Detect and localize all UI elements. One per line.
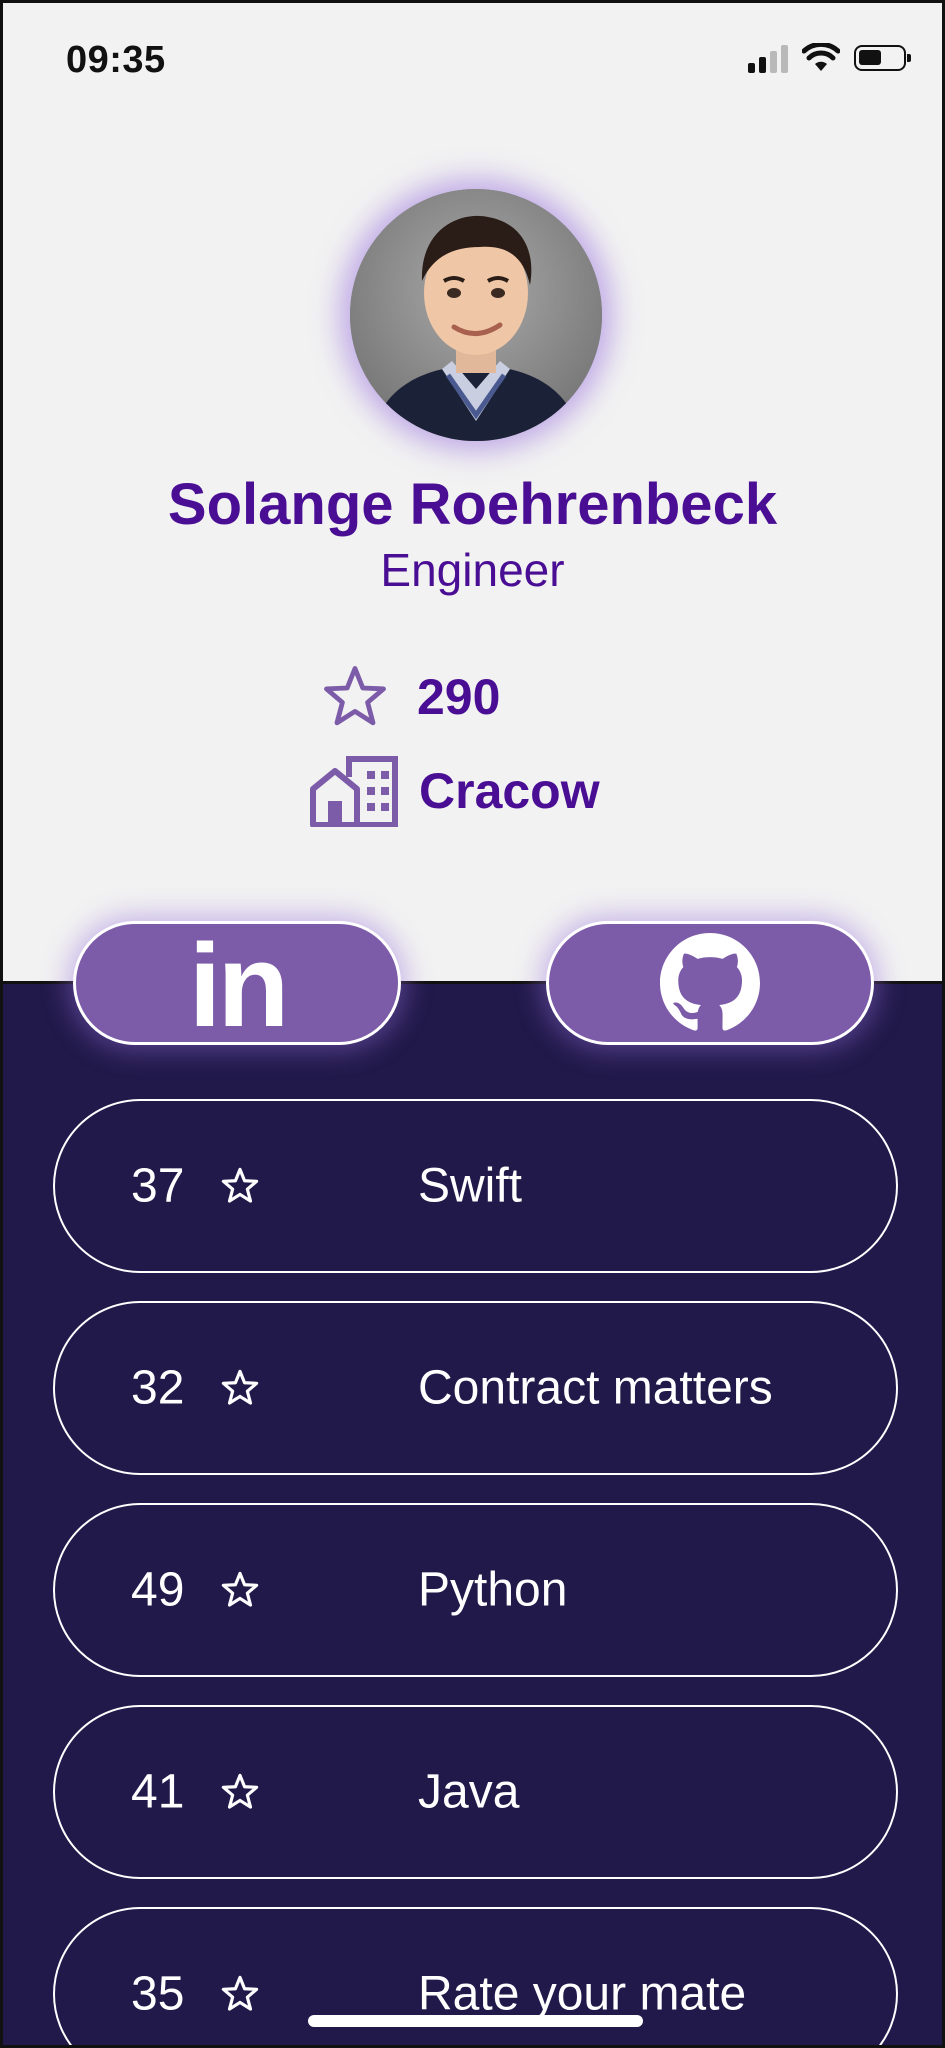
city-stat: Cracow [309,755,600,827]
battery-icon [854,45,911,71]
city-name: Cracow [419,763,600,819]
status-time: 09:35 [66,39,166,81]
github-button[interactable] [546,921,874,1045]
skill-item-swift[interactable]: 37 Swift [53,1099,898,1273]
star-icon [221,1975,259,2011]
avatar [350,189,602,441]
star-icon [324,666,386,726]
stars-stat: 290 [319,661,500,733]
wifi-icon [802,43,840,71]
skill-count: 32 [131,1361,185,1415]
star-icon [221,1167,259,1203]
profile-role: Engineer [380,544,565,596]
skill-item-contract-matters[interactable]: 32 Contract matters [53,1301,898,1475]
building-icon [310,756,398,827]
linkedin-button[interactable]: in [73,921,401,1045]
linkedin-icon: in [188,920,290,1052]
skill-count: 41 [131,1765,185,1819]
skill-label: Java [418,1765,520,1819]
star-icon [221,1369,259,1405]
status-icons [748,43,911,73]
skill-count: 37 [131,1159,185,1213]
home-indicator[interactable] [308,2015,643,2027]
cellular-signal-icon [748,43,788,73]
star-icon [221,1571,259,1607]
github-icon [660,933,760,1031]
skill-label: Contract matters [418,1361,773,1415]
profile-name: Solange Roehrenbeck [167,472,778,537]
skill-label: Python [418,1563,568,1617]
skill-item-java[interactable]: 41 Java [53,1705,898,1879]
stars-count: 290 [417,669,501,725]
profile-screen: 09:35 Solange Roehrenbeck Engineer 290 C… [0,0,945,2048]
skill-count: 49 [131,1563,185,1617]
profile-header: 09:35 Solange Roehrenbeck Engineer 290 C… [3,3,942,981]
skill-label: Rate your mate [418,1967,747,2021]
star-icon [221,1773,259,1809]
skill-count: 35 [131,1967,185,2021]
skill-item-python[interactable]: 49 Python [53,1503,898,1677]
skill-label: Swift [418,1159,523,1213]
